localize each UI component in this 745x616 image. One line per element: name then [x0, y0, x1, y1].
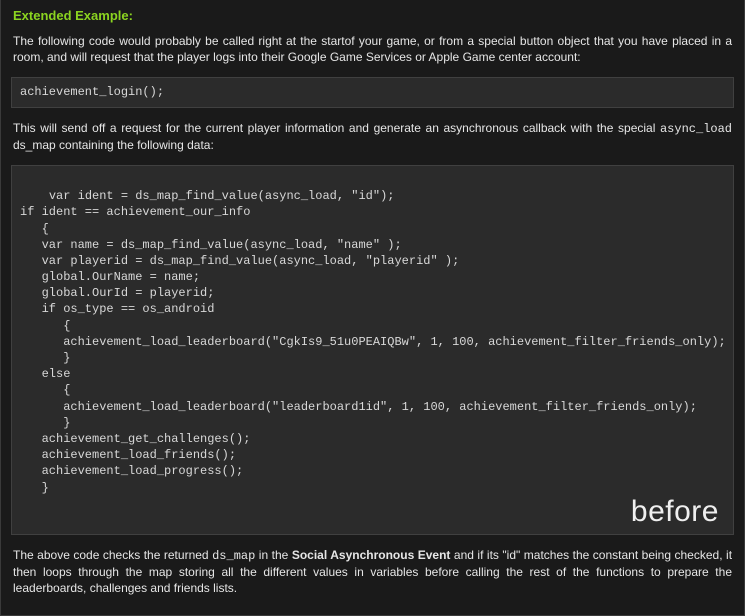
para2-pre: This will send off a request for the cur… [13, 121, 660, 135]
para2-post: ds_map containing the following data: [13, 138, 214, 152]
paragraph-1: The following code would probably be cal… [1, 29, 744, 73]
paragraph-3: The above code checks the returned ds_ma… [1, 543, 744, 605]
inline-code-async-load: async_load [660, 122, 732, 136]
bold-event-name: Social Asynchronous Event [292, 548, 451, 562]
para3-a: The above code checks the returned [13, 548, 212, 562]
code-block-2: var ident = ds_map_find_value(async_load… [11, 165, 734, 535]
section-heading: Extended Example: [1, 0, 744, 29]
document-panel: Extended Example: The following code wou… [0, 0, 745, 616]
watermark-label: before [631, 492, 719, 533]
code-block-2-content: var ident = ds_map_find_value(async_load… [20, 189, 726, 494]
paragraph-2: This will send off a request for the cur… [1, 116, 744, 161]
para3-b: in the [255, 548, 292, 562]
inline-code-ds-map: ds_map [212, 549, 255, 563]
code-block-1: achievement_login(); [11, 77, 734, 107]
